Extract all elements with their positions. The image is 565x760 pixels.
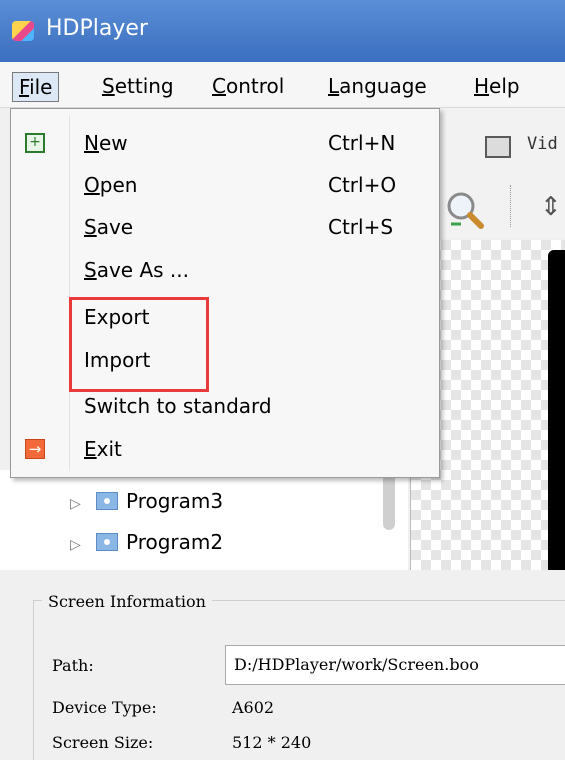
menu-control-rest: ontrol	[225, 74, 285, 98]
menu-help-rest: elp	[489, 74, 520, 98]
menu-item-save-as[interactable]: Save As ...	[11, 250, 439, 292]
menu-item-save-shortcut: Ctrl+S	[328, 215, 394, 239]
menu-language-accel: L	[328, 74, 340, 98]
menu-help[interactable]: Help	[468, 72, 526, 102]
menu-file[interactable]: File	[12, 72, 60, 102]
screen-preview[interactable]	[548, 250, 565, 570]
path-label: Path:	[52, 656, 94, 675]
video-button-label[interactable]: Vid	[527, 134, 558, 154]
screen-size-label: Screen Size:	[52, 733, 154, 752]
menu-item-open-label: Open	[84, 173, 138, 197]
menu-item-switch-standard[interactable]: Switch to standard	[11, 386, 439, 428]
video-icon[interactable]	[485, 136, 511, 158]
screen-size-value: 512 * 240	[232, 733, 312, 752]
menu-item-new-label: New	[84, 131, 128, 155]
menu-item-save[interactable]: Save Ctrl+S	[11, 207, 439, 249]
new-screen-icon: +	[25, 133, 45, 153]
menu-language[interactable]: Language	[322, 72, 433, 102]
menu-control[interactable]: Control	[206, 72, 290, 102]
menu-item-save-label: Save	[84, 215, 134, 239]
zoom-icon[interactable]	[445, 190, 485, 230]
screen-information-panel: Screen Information Path: D:/HDPlayer/wor…	[0, 570, 565, 760]
tree-scrollbar[interactable]	[383, 470, 395, 530]
title-bar: HDPlayer	[0, 0, 565, 62]
file-menu-dropdown: + New Ctrl+N Open Ctrl+O Save Ctrl+S Sav…	[10, 108, 440, 478]
tree-item-program2[interactable]: ▷ Program2	[70, 527, 223, 557]
menu-file-rest: ile	[29, 75, 53, 99]
screen-information-title: Screen Information	[42, 592, 212, 611]
program-icon	[96, 492, 118, 510]
tree-item-label: Program2	[126, 530, 224, 554]
window-title: HDPlayer	[46, 16, 148, 41]
menu-setting[interactable]: Setting	[96, 72, 180, 102]
device-type-value: A602	[232, 698, 275, 717]
vertical-arrow-icon[interactable]: ⇕	[540, 192, 562, 222]
menu-item-save-as-label: Save As ...	[84, 258, 189, 282]
menu-help-accel: H	[474, 74, 490, 98]
menu-control-accel: C	[212, 74, 226, 98]
menu-item-open[interactable]: Open Ctrl+O	[11, 165, 439, 207]
menu-item-new[interactable]: + New Ctrl+N	[11, 123, 439, 165]
tree-item-label: Program3	[126, 489, 224, 513]
device-type-label: Device Type:	[52, 698, 157, 717]
path-field[interactable]: D:/HDPlayer/work/Screen.boo	[225, 645, 565, 685]
menu-language-rest: anguage	[339, 74, 427, 98]
menu-item-exit-label: Exit	[84, 437, 122, 461]
menu-item-exit[interactable]: → Exit	[11, 429, 439, 471]
tree-item-program3[interactable]: ▷ Program3	[70, 486, 223, 516]
path-value: D:/HDPlayer/work/Screen.boo	[234, 655, 479, 674]
menu-bar: File Setting Control Language Help	[0, 62, 565, 108]
menu-item-open-shortcut: Ctrl+O	[328, 173, 397, 197]
hdplayer-icon	[12, 21, 34, 41]
menu-file-accel: F	[19, 75, 30, 99]
menu-setting-accel: S	[102, 74, 115, 98]
expand-arrow-icon[interactable]: ▷	[70, 489, 90, 519]
toolbar-separator	[510, 185, 511, 227]
menu-setting-rest: etting	[114, 74, 174, 98]
program-icon	[96, 533, 118, 551]
exit-icon: →	[25, 439, 45, 459]
menu-item-new-shortcut: Ctrl+N	[328, 131, 396, 155]
export-import-highlight	[69, 297, 209, 392]
menu-item-switch-standard-label: Switch to standard	[84, 394, 272, 418]
expand-arrow-icon[interactable]: ▷	[70, 530, 90, 560]
